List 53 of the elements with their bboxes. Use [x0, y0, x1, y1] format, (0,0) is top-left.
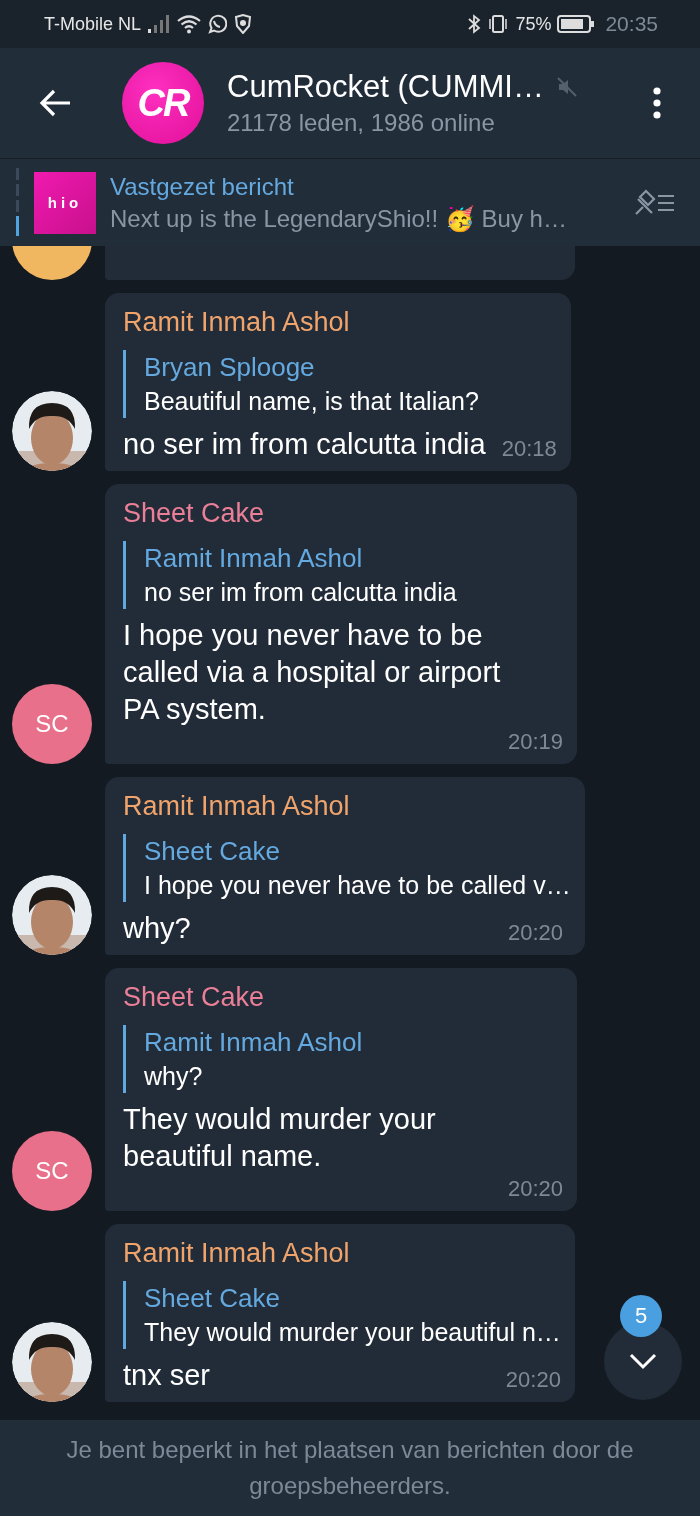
- reply-author: Bryan Splooge: [144, 352, 316, 383]
- bluetooth-icon: [467, 14, 482, 34]
- wifi-icon: [177, 14, 202, 34]
- pinned-message-text: Next up is the LegendaryShio!! 🥳 Buy h…: [110, 204, 568, 233]
- group-avatar[interactable]: CR: [122, 62, 204, 144]
- more-menu-icon[interactable]: [652, 86, 662, 120]
- whatsapp-icon: [207, 14, 228, 34]
- reply-text: I hope you never have to be called v…: [144, 871, 571, 900]
- message-text: tnx ser: [123, 1358, 211, 1393]
- sender-name[interactable]: Sheet Cake: [123, 498, 265, 529]
- reply-quote[interactable]: Ramit Inmah Ashol why?: [123, 1025, 363, 1093]
- message-time: 20:20: [507, 919, 563, 947]
- sender-name[interactable]: Ramit Inmah Ashol: [123, 307, 350, 338]
- reply-author: Sheet Cake: [144, 836, 281, 867]
- chat-title[interactable]: CumRocket (CUMMI…: [227, 69, 544, 105]
- message-text: They would murder your beautiful name.: [123, 1102, 437, 1174]
- message-time: 20:18: [501, 435, 557, 463]
- pinned-message-bar[interactable]: hio Vastgezet bericht Next up is the LegendaryShio!! 🥳 Buy h…: [0, 158, 700, 246]
- message-time: 20:19: [507, 728, 563, 756]
- reply-quote[interactable]: Sheet Cake I hope you never have to be called v…: [123, 834, 571, 902]
- sender-name[interactable]: Ramit Inmah Ashol: [123, 1238, 350, 1269]
- message-time: 20:20: [507, 1175, 563, 1203]
- sender-name[interactable]: Sheet Cake: [123, 982, 265, 1013]
- reply-quote[interactable]: Bryan Splooge Beautiful name, is that Italian?: [123, 350, 479, 418]
- signal-icon: [147, 14, 172, 34]
- vibrate-icon: [487, 14, 510, 34]
- carrier-name: T-Mobile NL: [44, 13, 142, 35]
- message-text: I hope you never have to be called via a hospital or airport PA system.: [123, 618, 502, 727]
- reply-text: no ser im from calcutta india: [144, 578, 457, 607]
- message-text: why?: [123, 911, 191, 946]
- sender-name[interactable]: Ramit Inmah Ashol: [123, 791, 350, 822]
- reply-author: Ramit Inmah Ashol: [144, 543, 364, 574]
- reply-quote[interactable]: Sheet Cake They would murder your beautiful n…: [123, 1281, 561, 1349]
- reply-quote[interactable]: Ramit Inmah Ashol no ser im from calcutta india: [123, 541, 457, 609]
- chevron-down-icon: [628, 1352, 658, 1370]
- clock-time: 20:35: [605, 11, 658, 37]
- message-time: 20:20: [505, 1366, 561, 1394]
- reply-text: Beautiful name, is that Italian?: [144, 387, 479, 416]
- shield-icon: [233, 14, 254, 34]
- reply-text: They would murder your beautiful n…: [144, 1318, 561, 1347]
- reply-text: why?: [144, 1062, 204, 1091]
- message-text: no ser im from calcutta india: [123, 427, 486, 462]
- battery-icon: [557, 14, 596, 34]
- unread-count: 5: [620, 1295, 662, 1337]
- pinned-thumbnail: hio: [34, 171, 96, 234]
- pin-position-indicator: [16, 167, 20, 238]
- reply-author: Ramit Inmah Ashol: [144, 1027, 363, 1058]
- restriction-notice: Je bent beperkt in het plaatsen van berichten door de groepsbeheerders.: [65, 1435, 635, 1501]
- pinned-title: Vastgezet bericht: [110, 172, 295, 201]
- member-count: 21178 leden, 1986 online: [227, 109, 496, 137]
- battery-percent: 75%: [515, 13, 552, 35]
- back-arrow-icon[interactable]: [38, 88, 72, 118]
- reply-author: Sheet Cake: [144, 1283, 281, 1314]
